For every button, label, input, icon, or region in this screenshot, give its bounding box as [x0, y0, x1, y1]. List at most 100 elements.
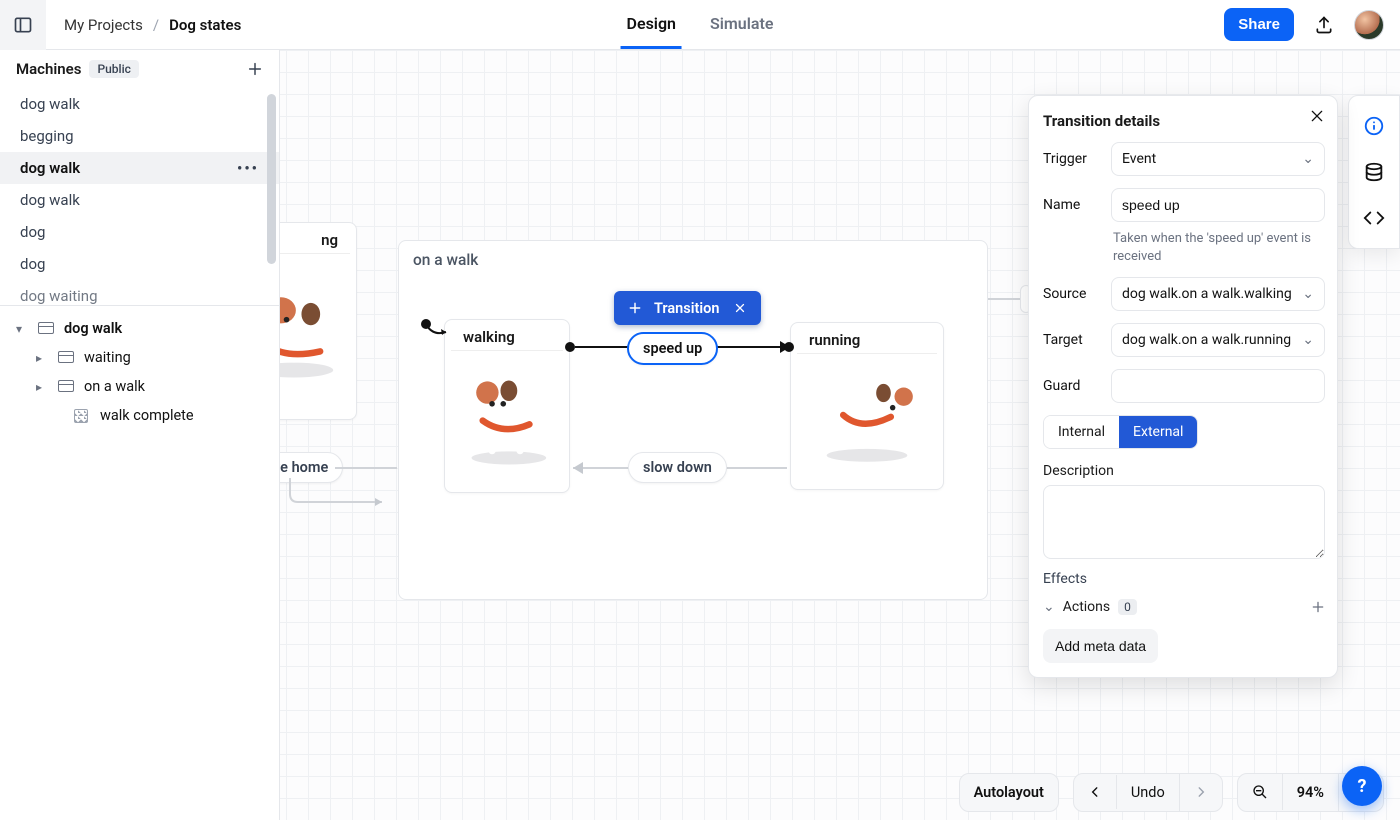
- machines-list-item[interactable]: begging: [0, 120, 279, 152]
- tree-item-on-a-walk[interactable]: ▸ on a walk: [8, 372, 271, 401]
- machines-list-item[interactable]: dog walk: [0, 184, 279, 216]
- mode-tabs: Design Simulate: [621, 0, 780, 49]
- source-select[interactable]: dog walk.on a walk.walking⌄: [1111, 277, 1325, 311]
- actions-count-badge: 0: [1118, 599, 1137, 615]
- field-label-description: Description: [1043, 463, 1325, 479]
- share-button[interactable]: Share: [1224, 8, 1294, 41]
- chevron-down-icon: ⌄: [1302, 286, 1314, 302]
- state-walking[interactable]: walking: [444, 319, 570, 493]
- panel-title: Transition details: [1043, 112, 1325, 130]
- transition-partial-line: [335, 467, 397, 469]
- machines-list-item[interactable]: dog walk: [0, 88, 279, 120]
- chevron-down-icon[interactable]: ▾: [16, 322, 30, 336]
- zoom-level[interactable]: 94%: [1283, 774, 1339, 811]
- autolayout-button[interactable]: Autolayout: [959, 773, 1059, 812]
- breadcrumb-root[interactable]: My Projects: [64, 16, 143, 34]
- tab-design[interactable]: Design: [621, 0, 682, 49]
- history-cluster: Undo: [1073, 773, 1223, 812]
- tree-item-walk-complete[interactable]: ▸ walk complete: [8, 401, 271, 430]
- right-rail: [1348, 95, 1400, 249]
- toggle-external[interactable]: External: [1119, 416, 1197, 448]
- chevron-down-icon: ⌄: [1302, 332, 1314, 348]
- chevron-down-icon: ⌄: [1302, 151, 1314, 167]
- tree-item-label: walk complete: [100, 407, 194, 424]
- add-action-button[interactable]: [1311, 600, 1325, 614]
- redo-button[interactable]: [1180, 775, 1222, 809]
- collapse-sidebar-button[interactable]: [0, 0, 46, 50]
- effects-title: Effects: [1043, 571, 1325, 587]
- selection-toolbar-label: Transition: [654, 300, 719, 317]
- code-icon[interactable]: [1358, 202, 1390, 234]
- final-state-icon: [74, 409, 92, 423]
- transition-source-dot[interactable]: [565, 342, 575, 352]
- arrow-head-icon: [573, 462, 583, 474]
- state-tree: ▾ dog walk ▸ waiting ▸ on a walk ▸ walk …: [0, 306, 279, 438]
- state-on-a-walk-title: on a walk: [399, 241, 987, 279]
- actions-label: Actions: [1063, 599, 1110, 615]
- target-select[interactable]: dog walk.on a walk.running⌄: [1111, 323, 1325, 357]
- tree-root-label: dog walk: [64, 320, 122, 337]
- trigger-select[interactable]: Event⌄: [1111, 142, 1325, 176]
- guard-input[interactable]: [1111, 369, 1325, 403]
- name-hint: Taken when the 'speed up' event is recei…: [1113, 230, 1325, 265]
- sidebar-header: Machines Public: [0, 50, 279, 88]
- sidebar: Machines Public dog walk begging dog wal…: [0, 50, 280, 820]
- tree-item-waiting[interactable]: ▸ waiting: [8, 343, 271, 372]
- transition-slow-down-label[interactable]: slow down: [628, 452, 727, 483]
- visibility-badge[interactable]: Public: [89, 60, 138, 78]
- breadcrumb-current[interactable]: Dog states: [169, 16, 241, 34]
- close-icon[interactable]: [729, 297, 751, 319]
- state-running[interactable]: running: [790, 322, 944, 490]
- add-machine-button[interactable]: [247, 61, 263, 77]
- state-icon: [58, 380, 76, 394]
- help-button[interactable]: ?: [1342, 766, 1382, 806]
- selection-toolbar: Transition: [614, 291, 761, 325]
- breadcrumb-separator: /: [153, 16, 159, 34]
- machines-list-item-selected[interactable]: dog walk •••: [0, 152, 279, 184]
- name-input[interactable]: [1111, 188, 1325, 222]
- machines-list[interactable]: dog walk begging dog walk ••• dog walk d…: [0, 88, 279, 306]
- scrollbar-thumb[interactable]: [267, 94, 276, 264]
- tree-item-label: waiting: [84, 349, 131, 366]
- state-icon: [58, 351, 76, 365]
- partial-bent-arrow: [284, 476, 394, 506]
- undo-prev-button[interactable]: [1074, 775, 1117, 809]
- transition-target-dot[interactable]: [784, 342, 794, 352]
- state-icon: [38, 322, 56, 336]
- machines-list-item[interactable]: dog waiting: [0, 280, 279, 306]
- internal-external-toggle: Internal External: [1043, 415, 1198, 449]
- chevron-right-icon[interactable]: ▸: [36, 380, 50, 394]
- close-icon[interactable]: [1309, 108, 1325, 124]
- undo-button[interactable]: Undo: [1117, 774, 1180, 811]
- field-label-source: Source: [1043, 286, 1101, 302]
- field-label-target: Target: [1043, 332, 1101, 348]
- database-icon[interactable]: [1358, 156, 1390, 188]
- more-icon[interactable]: •••: [237, 159, 259, 177]
- plus-icon[interactable]: [626, 299, 644, 317]
- description-input[interactable]: [1043, 485, 1325, 559]
- chevron-down-icon[interactable]: ⌄: [1043, 599, 1055, 615]
- field-label-name: Name: [1043, 197, 1101, 213]
- transition-details-panel: Transition details Trigger Event⌄ Name T…: [1028, 95, 1338, 678]
- add-meta-button[interactable]: Add meta data: [1043, 629, 1158, 663]
- top-bar: My Projects / Dog states Design Simulate…: [0, 0, 1400, 50]
- chevron-right-icon[interactable]: ▸: [36, 351, 50, 365]
- initial-marker-icon: [420, 318, 450, 340]
- toggle-internal[interactable]: Internal: [1044, 416, 1119, 448]
- transition-right-partial: [988, 298, 1022, 300]
- sidebar-title: Machines: [16, 60, 81, 78]
- avatar[interactable]: [1354, 10, 1384, 40]
- info-icon[interactable]: [1358, 110, 1390, 142]
- field-label-trigger: Trigger: [1043, 151, 1101, 167]
- transition-speed-up-label[interactable]: speed up: [627, 332, 718, 365]
- actions-row[interactable]: ⌄ Actions 0: [1043, 595, 1325, 619]
- tree-root[interactable]: ▾ dog walk: [8, 314, 271, 343]
- state-walking-title: walking: [451, 320, 563, 351]
- machines-list-item[interactable]: dog: [0, 248, 279, 280]
- field-label-guard: Guard: [1043, 378, 1101, 394]
- export-icon[interactable]: [1308, 9, 1340, 41]
- machines-list-item[interactable]: dog: [0, 216, 279, 248]
- zoom-out-button[interactable]: [1238, 774, 1283, 810]
- tab-simulate[interactable]: Simulate: [704, 0, 779, 49]
- top-right-cluster: Share: [1224, 8, 1400, 41]
